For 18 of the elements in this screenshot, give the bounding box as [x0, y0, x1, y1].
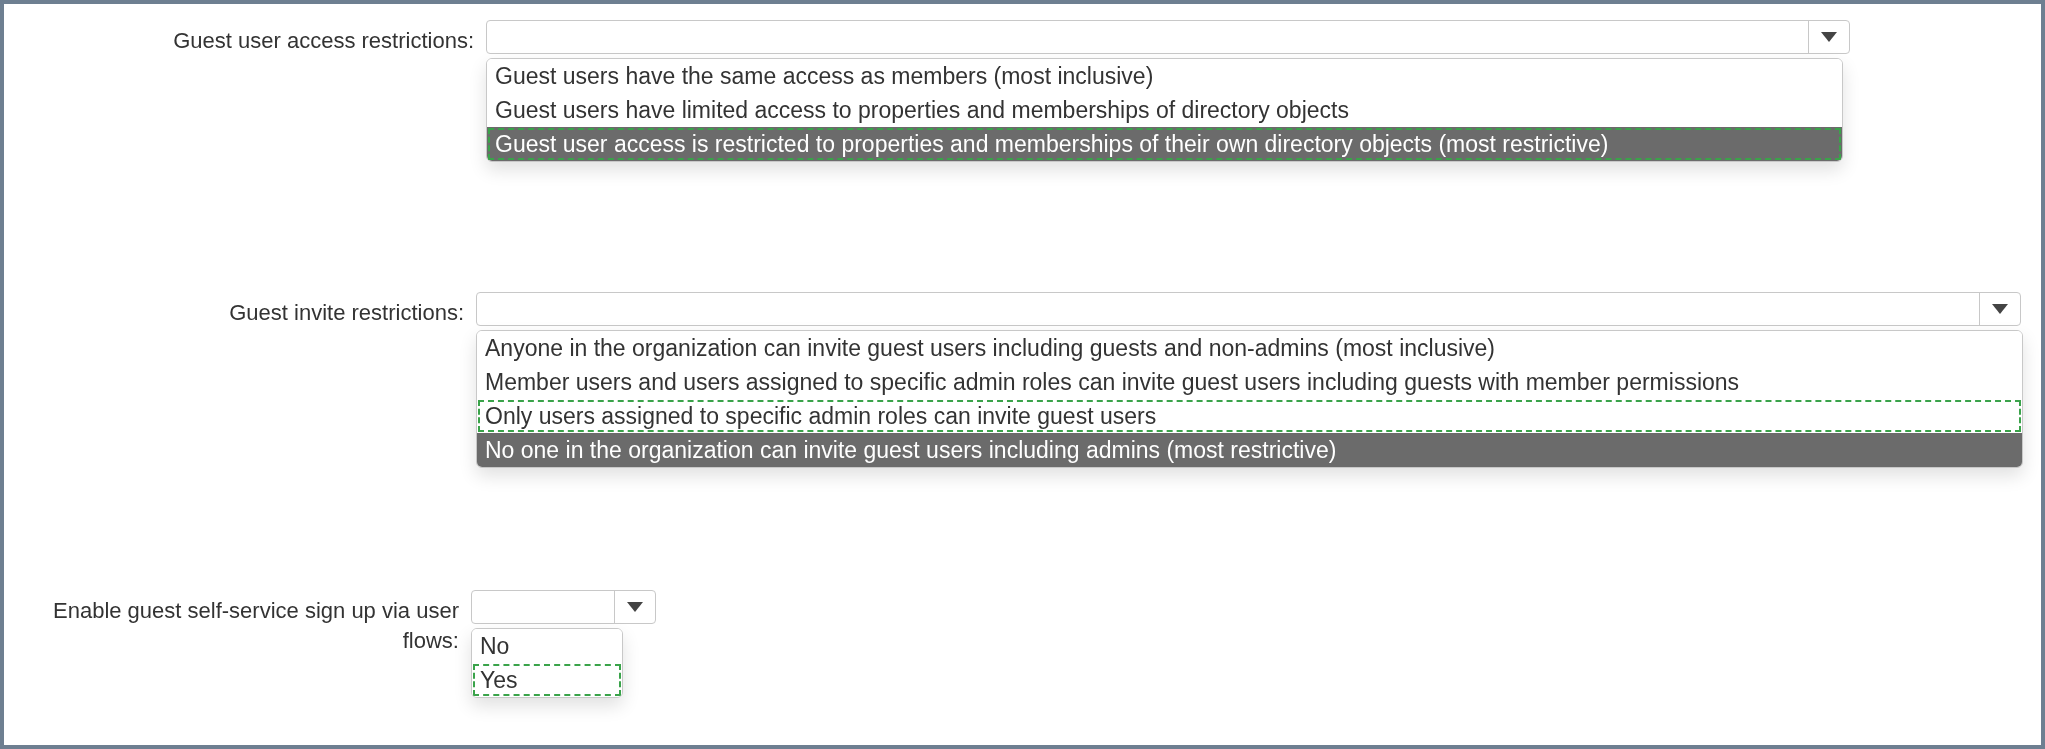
- dropdown-field[interactable]: [476, 292, 2021, 326]
- dropdown-field[interactable]: [486, 20, 1850, 54]
- dropdown-option[interactable]: Member users and users assigned to specific admin roles can invite guest users including guests with member permissions: [477, 365, 2022, 399]
- caret-icon: [1992, 304, 2008, 314]
- setting-label: Guest user access restrictions:: [172, 27, 474, 55]
- caret-icon: [627, 602, 643, 612]
- dropdown-option[interactable]: Guest users have limited access to properties and memberships of directory objects: [487, 93, 1842, 127]
- dropdown-option[interactable]: Anyone in the organization can invite guest users including guests and non-admins (most inclusive): [477, 331, 2022, 365]
- setting-label: Guest invite restrictions:: [228, 299, 464, 327]
- dropdown-field[interactable]: [471, 590, 656, 624]
- setting-label: Enable guest self-service sign up via user flows:: [52, 597, 459, 655]
- caret-icon: [1821, 32, 1837, 42]
- dropdown-option[interactable]: Only users assigned to specific admin roles can invite guest users: [477, 399, 2022, 433]
- dropdown-option[interactable]: Guest users have the same access as members (most inclusive): [487, 59, 1842, 93]
- dropdown-option[interactable]: Guest user access is restricted to properties and memberships of their own directory objects (most restrictive): [487, 127, 1842, 161]
- dropdown-option[interactable]: Yes: [472, 663, 622, 697]
- dropdown-option[interactable]: No: [472, 629, 622, 663]
- dropdown-option[interactable]: No one in the organization can invite guest users including admins (most restrictive): [477, 433, 2022, 467]
